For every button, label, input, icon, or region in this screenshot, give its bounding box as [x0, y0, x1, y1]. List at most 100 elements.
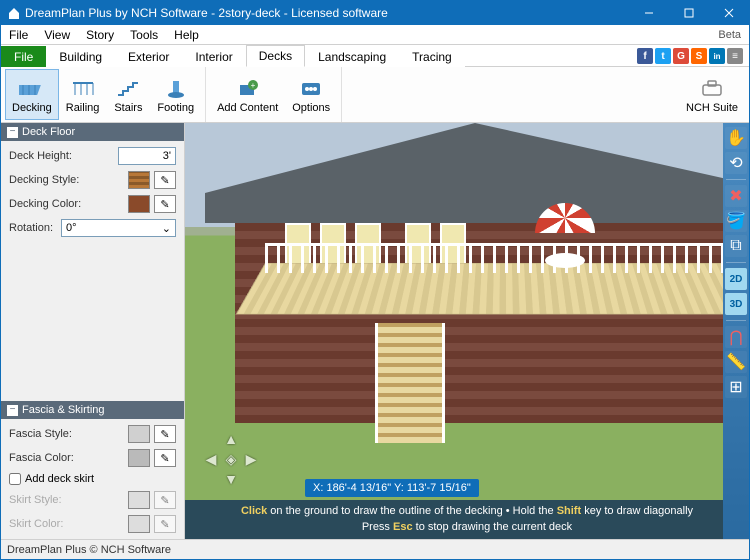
- pan-tool[interactable]: ✋: [725, 127, 747, 149]
- deck-height-label: Deck Height:: [9, 150, 114, 162]
- decking-style-picker[interactable]: ✎: [154, 171, 176, 189]
- collapse-icon: −: [7, 405, 18, 416]
- add-deck-skirt-label: Add deck skirt: [25, 473, 94, 485]
- tab-file[interactable]: File: [1, 46, 46, 67]
- panel-fascia-body: Fascia Style: ✎ Fascia Color: ✎ Add deck…: [1, 419, 184, 539]
- menu-help[interactable]: Help: [166, 26, 207, 44]
- more-icon[interactable]: ≡: [727, 48, 743, 64]
- rotation-dropdown[interactable]: 0° ⌄: [61, 219, 176, 237]
- stairs-label: Stairs: [114, 102, 142, 114]
- measure-tool[interactable]: 📏: [725, 351, 747, 373]
- footing-label: Footing: [157, 102, 194, 114]
- tab-decks[interactable]: Decks: [246, 45, 305, 67]
- nav-up[interactable]: ▲: [224, 431, 238, 447]
- delete-icon: ✖: [729, 186, 742, 206]
- ruler-icon: 📏: [726, 352, 746, 372]
- eyedropper-icon: ✎: [160, 518, 169, 531]
- titlebar: DreamPlan Plus by NCH Software - 2story-…: [1, 1, 749, 25]
- menu-tools[interactable]: Tools: [122, 26, 166, 44]
- tab-tracing[interactable]: Tracing: [399, 46, 465, 67]
- minimize-button[interactable]: [629, 1, 669, 25]
- ribbon-group-deck: Decking Railing Stairs Footing: [1, 67, 206, 122]
- ribbon: Decking Railing Stairs Footing + Add Con…: [1, 67, 749, 123]
- properties-sidebar: − Deck Floor Deck Height: 3' Decking Sty…: [1, 123, 185, 539]
- footing-button[interactable]: Footing: [150, 69, 201, 120]
- decking-button[interactable]: Decking: [5, 69, 59, 120]
- menu-view[interactable]: View: [36, 26, 78, 44]
- nav-left[interactable]: ◀: [206, 451, 217, 468]
- skirt-color-swatch: [128, 515, 150, 533]
- stairs-icon: [115, 76, 141, 102]
- close-button[interactable]: [709, 1, 749, 25]
- clone-tool[interactable]: ⧉: [725, 235, 747, 257]
- nch-suite-button[interactable]: NCH Suite: [679, 69, 745, 120]
- navigation-compass: ▲ ◀ ◈ ▶ ▼: [201, 429, 261, 489]
- coordinates-readout: X: 186'-4 13/16" Y: 113'-7 15/16": [305, 479, 479, 497]
- skirt-color-picker: ✎: [154, 515, 176, 533]
- hint-bar: Click on the ground to draw the outline …: [185, 500, 749, 539]
- panel-fascia-header[interactable]: − Fascia & Skirting: [1, 401, 184, 419]
- panel-fascia-title: Fascia & Skirting: [22, 404, 105, 416]
- suite-label: NCH Suite: [686, 102, 738, 114]
- tab-exterior[interactable]: Exterior: [115, 46, 182, 67]
- workarea: − Deck Floor Deck Height: 3' Decking Sty…: [1, 123, 749, 539]
- fascia-style-picker[interactable]: ✎: [154, 425, 176, 443]
- fascia-style-label: Fascia Style:: [9, 428, 124, 440]
- add-deck-skirt-checkbox[interactable]: [9, 473, 21, 485]
- grid-icon: ⊞: [729, 377, 742, 397]
- snap-tool[interactable]: ⋂: [725, 326, 747, 348]
- tab-building[interactable]: Building: [46, 46, 115, 67]
- house-model: [205, 123, 745, 423]
- panel-deck-floor-header[interactable]: − Deck Floor: [1, 123, 184, 141]
- fascia-color-swatch[interactable]: [128, 449, 150, 467]
- railing-button[interactable]: Railing: [59, 69, 107, 120]
- viewport-3d[interactable]: ▲ ◀ ◈ ▶ ▼ X: 186'-4 13/16" Y: 113'-7 15/16…: [185, 123, 749, 539]
- nav-right[interactable]: ▶: [246, 451, 257, 468]
- decking-color-label: Decking Color:: [9, 198, 124, 210]
- hand-icon: ✋: [726, 128, 746, 148]
- add-content-button[interactable]: + Add Content: [210, 69, 285, 120]
- share-icon[interactable]: S: [691, 48, 707, 64]
- fascia-style-swatch[interactable]: [128, 425, 150, 443]
- fascia-color-picker[interactable]: ✎: [154, 449, 176, 467]
- footing-icon: [163, 76, 189, 102]
- add-content-icon: +: [235, 76, 261, 102]
- stairs-button[interactable]: Stairs: [106, 69, 150, 120]
- nav-down[interactable]: ▼: [224, 471, 238, 487]
- view-3d-button[interactable]: 3D: [725, 293, 747, 315]
- menu-story[interactable]: Story: [78, 26, 122, 44]
- linkedin-icon[interactable]: in: [709, 48, 725, 64]
- facebook-icon[interactable]: f: [637, 48, 653, 64]
- svg-text:+: +: [250, 81, 255, 90]
- options-icon: [298, 76, 324, 102]
- status-text: DreamPlan Plus © NCH Software: [7, 544, 171, 556]
- grid-tool[interactable]: ⊞: [725, 376, 747, 398]
- twitter-icon[interactable]: t: [655, 48, 671, 64]
- add-content-label: Add Content: [217, 102, 278, 114]
- google-icon[interactable]: G: [673, 48, 689, 64]
- view-2d-button[interactable]: 2D: [725, 268, 747, 290]
- orbit-tool[interactable]: ⟲: [725, 152, 747, 174]
- tab-landscaping[interactable]: Landscaping: [305, 46, 399, 67]
- decking-color-swatch[interactable]: [128, 195, 150, 213]
- delete-tool[interactable]: ✖: [725, 185, 747, 207]
- clone-icon: ⧉: [730, 237, 741, 255]
- decking-style-label: Decking Style:: [9, 174, 124, 186]
- tab-interior[interactable]: Interior: [182, 46, 245, 67]
- options-button[interactable]: Options: [285, 69, 337, 120]
- app-icon: [7, 6, 21, 20]
- decking-icon: [19, 76, 45, 102]
- menu-file[interactable]: File: [1, 26, 36, 44]
- collapse-icon: −: [7, 127, 18, 138]
- deck-height-input[interactable]: 3': [118, 147, 176, 165]
- decking-style-swatch[interactable]: [128, 171, 150, 189]
- nav-center[interactable]: ◈: [226, 451, 237, 468]
- magnet-icon: ⋂: [729, 327, 742, 347]
- rotation-label: Rotation:: [9, 222, 53, 234]
- paint-icon: 🪣: [726, 211, 746, 231]
- paint-tool[interactable]: 🪣: [725, 210, 747, 232]
- decking-color-picker[interactable]: ✎: [154, 195, 176, 213]
- statusbar: DreamPlan Plus © NCH Software: [1, 539, 749, 559]
- eyedropper-icon: ✎: [160, 428, 169, 441]
- maximize-button[interactable]: [669, 1, 709, 25]
